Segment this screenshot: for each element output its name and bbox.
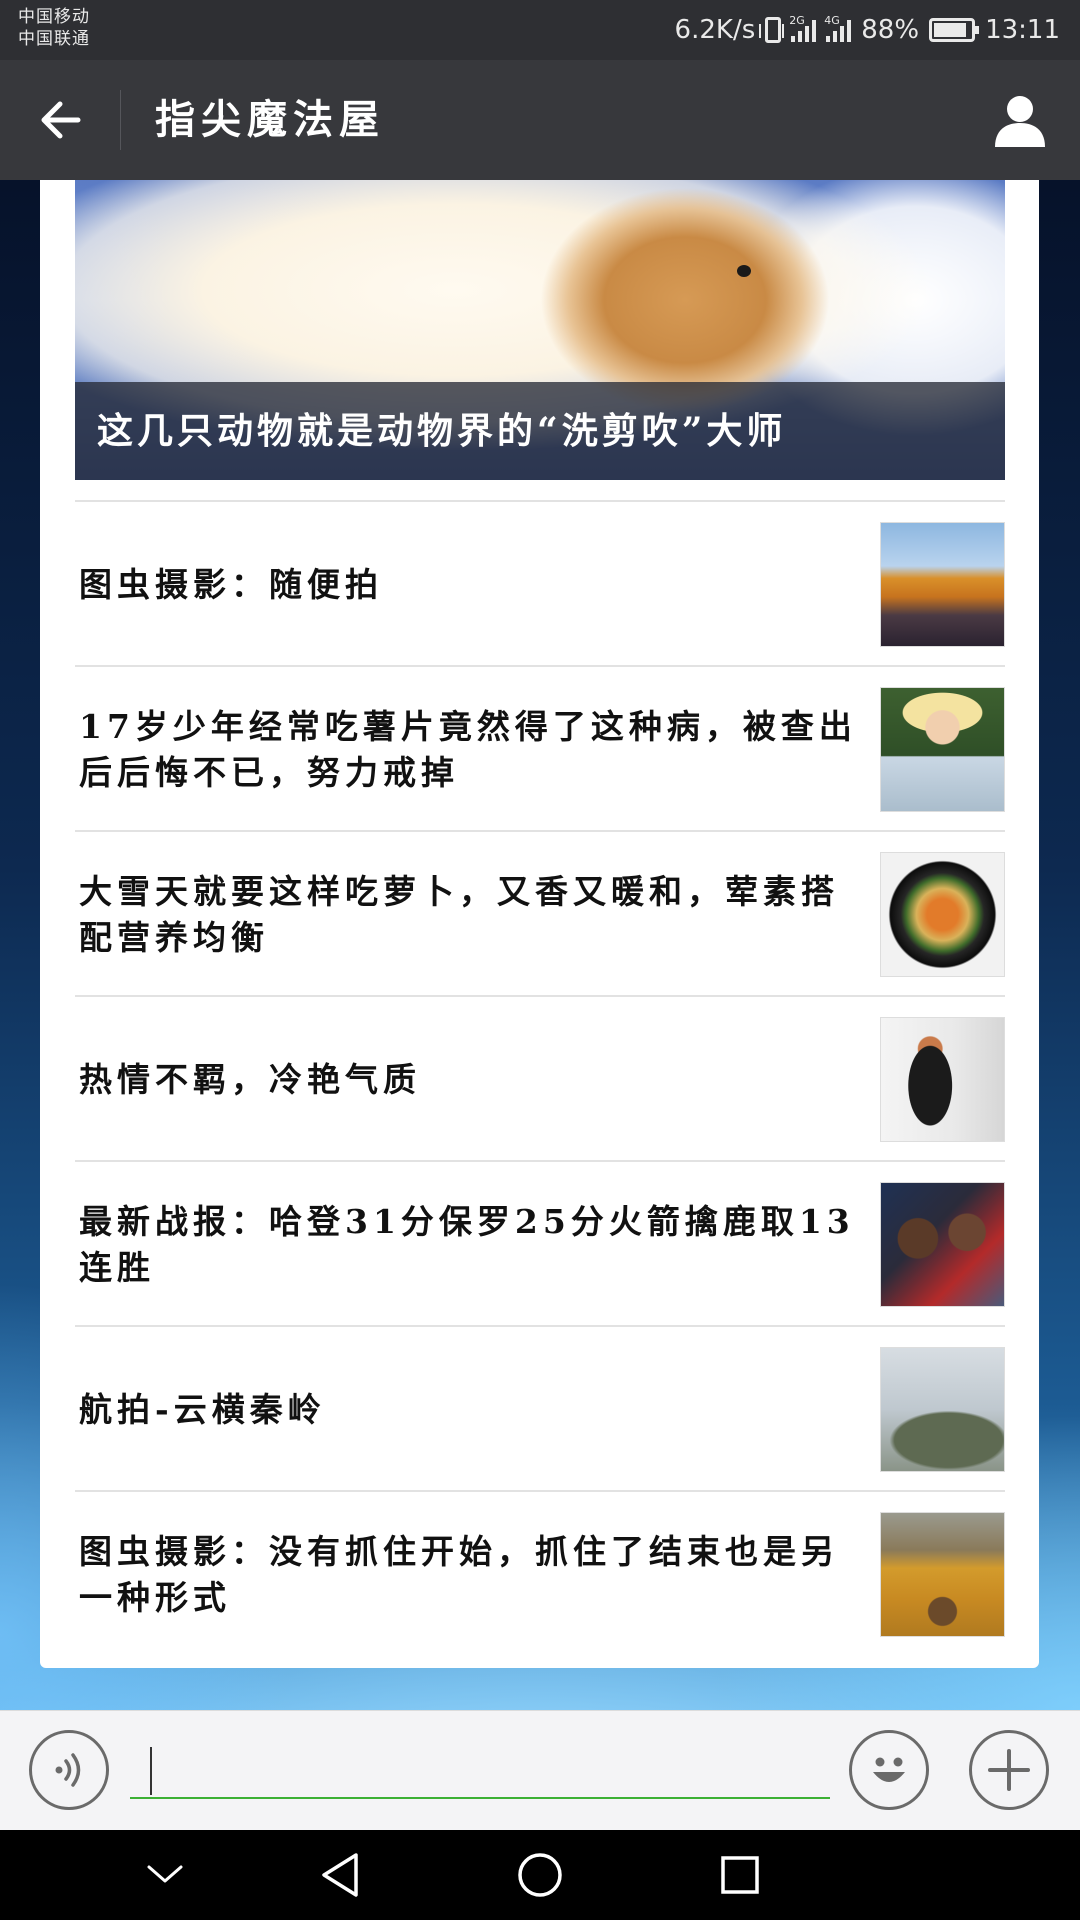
hero-article[interactable]: 这几只动物就是动物界的“洗剪吹”大师 [75,180,1005,480]
carrier-2: 中国联通 [18,29,90,49]
plus-button[interactable] [969,1730,1049,1810]
vibrate-icon [759,17,785,43]
news-thumbnail [880,852,1005,977]
square-recent-icon [721,1856,759,1894]
news-item[interactable]: 大雪天就要这样吃萝卜，又香又暖和，荤素搭配营养均衡 [75,830,1005,995]
signal-2g-icon: 2G [789,14,817,42]
plus-icon [988,1749,1030,1791]
news-thumbnail [880,522,1005,647]
carrier-info: 中国移动 中国联通 [18,6,90,50]
text-caret [150,1747,152,1795]
news-title: 17岁少年经常吃薯片竟然得了这种病，被查出后后悔不已，努力戒掉 [79,706,857,792]
input-bar [0,1710,1080,1830]
signal-2g-label: 2G [789,14,805,27]
news-thumbnail [880,1182,1005,1307]
news-item[interactable]: 最新战报：哈登31分保罗25分火箭擒鹿取13连胜 [75,1160,1005,1325]
title-bar: 指尖魔法屋 [0,60,1080,180]
person-icon [995,96,1045,147]
profile-button[interactable] [988,90,1052,150]
battery-percent: 88% [861,15,920,45]
news-thumbnail [880,687,1005,812]
article-card[interactable]: 这几只动物就是动物界的“洗剪吹”大师 图虫摄影：随便拍 17岁少年经常吃薯片竟然… [40,180,1039,1668]
page-title: 指尖魔法屋 [155,96,385,143]
news-title: 热情不羁，冷艳气质 [79,1059,421,1099]
hero-caption: 这几只动物就是动物界的“洗剪吹”大师 [75,382,1005,480]
news-item[interactable]: 图虫摄影：随便拍 [75,500,1005,665]
news-thumbnail [880,1347,1005,1472]
news-title: 航拍-云横秦岭 [79,1389,326,1429]
circle-home-icon [518,1853,562,1897]
news-title: 大雪天就要这样吃萝卜，又香又暖和，荤素搭配营养均衡 [79,871,839,957]
emoji-icon [873,1757,905,1782]
news-title: 图虫摄影：没有抓住开始，抓住了结束也是另一种形式 [79,1531,839,1617]
hide-nav-button[interactable] [135,1845,195,1905]
system-nav-bar [0,1830,1080,1920]
battery-fill [934,23,967,37]
news-list: 图虫摄影：随便拍 17岁少年经常吃薯片竟然得了这种病，被查出后后悔不已，努力戒掉… [75,500,1005,1655]
news-item[interactable]: 17岁少年经常吃薯片竟然得了这种病，被查出后后悔不已，努力戒掉 [75,665,1005,830]
title-divider [120,90,121,150]
news-thumbnail [880,1017,1005,1142]
news-item[interactable]: 热情不羁，冷艳气质 [75,995,1005,1160]
voice-icon [55,1753,81,1787]
signal-4g-label: 4G [824,14,840,27]
news-item[interactable]: 航拍-云横秦岭 [75,1325,1005,1490]
voice-button[interactable] [29,1730,109,1810]
arrow-left-icon [41,101,81,139]
news-title: 最新战报：哈登31分保罗25分火箭擒鹿取13连胜 [79,1201,855,1287]
news-title: 图虫摄影：随便拍 [79,564,383,604]
network-speed: 6.2K/s [674,15,756,45]
news-item[interactable]: 图虫摄影：没有抓住开始，抓住了结束也是另一种形式 [75,1490,1005,1655]
nav-recent-button[interactable] [710,1845,770,1905]
nav-back-button[interactable] [310,1845,370,1905]
signal-4g-icon: 4G [824,14,852,42]
hero-image-detail [737,265,751,277]
status-indicators: 6.2K/s 2G 4G 88% 13:11 [675,0,1060,60]
message-input[interactable] [130,1741,830,1799]
battery-icon [929,18,980,42]
carrier-1: 中国移动 [18,7,90,27]
emoji-button[interactable] [849,1730,929,1810]
nav-home-button[interactable] [510,1845,570,1905]
back-button[interactable] [28,90,92,150]
news-thumbnail [880,1512,1005,1637]
clock: 13:11 [985,15,1060,45]
triangle-back-icon [322,1853,358,1897]
status-bar: 中国移动 中国联通 6.2K/s 2G 4G 88% 13:11 [0,0,1080,60]
chevron-down-icon [147,1865,183,1883]
